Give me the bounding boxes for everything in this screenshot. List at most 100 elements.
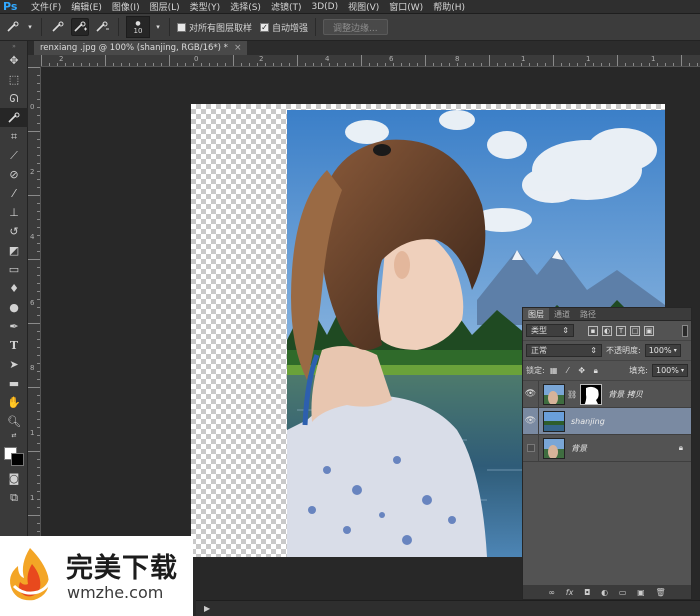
brush-tool[interactable]: ⁄	[0, 184, 28, 203]
fill-field[interactable]: 100% ▾	[652, 364, 688, 377]
dodge-tool[interactable]: ●	[0, 298, 28, 317]
divider	[118, 18, 119, 36]
crop-tool[interactable]: ⌗	[0, 127, 28, 146]
tab-layers[interactable]: 图层	[523, 308, 549, 320]
layer-row-background-copy[interactable]: 👁︎ ⛓︎ 背景 拷贝	[523, 380, 691, 408]
quick-mask-button[interactable]: ◙	[0, 469, 28, 488]
folder-icon[interactable]: ▭	[619, 588, 627, 597]
layer-row-background[interactable]: 背景 🔒︎	[523, 434, 691, 462]
ruler-origin[interactable]	[28, 55, 41, 67]
menu-select[interactable]: 选择(S)	[225, 0, 266, 13]
filter-shape-icon[interactable]: □	[630, 325, 640, 336]
play-arrow-icon[interactable]: ▶	[204, 604, 210, 613]
lock-position-icon[interactable]: ✥	[577, 366, 587, 376]
menu-window[interactable]: 窗口(W)	[384, 0, 428, 13]
layer-row-shanjing[interactable]: 👁︎ shanjing	[523, 407, 691, 435]
ruler-label: 0	[194, 55, 199, 63]
clone-stamp-tool[interactable]: ⊥	[0, 203, 28, 222]
link-icon[interactable]: ⛓︎	[567, 390, 577, 399]
blend-mode-dropdown[interactable]: 正常 ⇕	[526, 344, 602, 357]
hand-tool[interactable]: ✋	[0, 393, 28, 412]
auto-enhance-option[interactable]: ✓ 自动增强	[260, 21, 308, 34]
menu-view[interactable]: 视图(V)	[343, 0, 384, 13]
filter-type-icon[interactable]: T	[616, 325, 626, 336]
mask-icon[interactable]: ◘	[584, 588, 590, 597]
fx-icon[interactable]: fx	[566, 588, 574, 597]
eyedropper-tool[interactable]: ⟋	[0, 146, 28, 165]
new-selection-button[interactable]	[49, 18, 67, 36]
menu-help[interactable]: 帮助(H)	[428, 0, 470, 13]
lock-fill-row: 锁定: ▦ ⁄ ✥ 🔒︎ 填充: 100% ▾	[523, 361, 691, 381]
add-to-selection-button[interactable]	[71, 18, 89, 36]
eraser-icon: ◩	[8, 244, 20, 257]
chevron-down-icon[interactable]: ▾	[154, 18, 162, 36]
swap-colors-icon[interactable]: ⇄	[0, 431, 28, 439]
refine-edge-button[interactable]: 调整边缘...	[323, 19, 388, 35]
sample-all-layers-option[interactable]: 对所有图层取样	[177, 21, 252, 34]
flame-logo-icon	[10, 548, 52, 601]
chevron-down-icon[interactable]: ▾	[26, 18, 34, 36]
blur-tool[interactable]: ♦	[0, 279, 28, 298]
close-icon[interactable]: ×	[234, 43, 242, 53]
panel-collapse-icon[interactable]: »	[0, 41, 28, 51]
menu-type[interactable]: 类型(Y)	[185, 0, 226, 13]
path-selection-tool[interactable]: ➤	[0, 355, 28, 374]
history-brush-tool[interactable]: ↺	[0, 222, 28, 241]
marquee-tool[interactable]: ⬚	[0, 70, 28, 89]
layer-filter-row: 类型 ⇕ ▪ ◐ T □ ▣	[523, 321, 691, 341]
tab-channels[interactable]: 通道	[549, 308, 575, 320]
link-icon[interactable]: ∞	[548, 588, 555, 597]
eraser-tool[interactable]: ◩	[0, 241, 28, 260]
healing-brush-tool[interactable]: ⊘	[0, 165, 28, 184]
ruler-label: 6	[389, 55, 394, 63]
crop-icon: ⌗	[10, 129, 18, 143]
quick-selection-tool[interactable]	[0, 108, 28, 127]
eye-icon[interactable]: 👁︎	[523, 380, 539, 408]
gradient-tool[interactable]: ▭	[0, 260, 28, 279]
menu-image[interactable]: 图像(I)	[107, 0, 145, 13]
lasso-tool[interactable]: ᘏ	[0, 89, 28, 108]
auto-enhance-checkbox[interactable]: ✓	[260, 22, 270, 32]
filter-toggle[interactable]	[682, 324, 688, 337]
filter-adjustment-icon[interactable]: ◐	[602, 325, 612, 336]
filter-smart-object-icon[interactable]: ▣	[644, 325, 654, 336]
eye-icon[interactable]: 👁︎	[523, 407, 539, 435]
zoom-tool[interactable]: 🔍︎	[0, 412, 28, 431]
move-tool[interactable]: ✥	[0, 51, 28, 70]
sample-all-layers-checkbox[interactable]	[177, 22, 186, 32]
trash-icon[interactable]: 🗑	[655, 588, 665, 597]
layer-thumbnail[interactable]	[543, 383, 565, 405]
menu-file[interactable]: 文件(F)	[26, 0, 66, 13]
layer-thumbnail[interactable]	[543, 437, 565, 459]
adjustment-icon[interactable]: ◐	[601, 588, 608, 597]
eye-hidden-slot[interactable]	[523, 434, 539, 462]
new-layer-icon[interactable]: ▣	[637, 588, 645, 597]
subtract-from-selection-button[interactable]	[93, 18, 111, 36]
menu-filter[interactable]: 滤镜(T)	[266, 0, 307, 13]
menu-3d[interactable]: 3D(D)	[306, 2, 343, 12]
lock-pixels-icon[interactable]: ⁄	[563, 366, 573, 376]
menu-layer[interactable]: 图层(L)	[145, 0, 185, 13]
tool-preset-picker[interactable]	[4, 18, 22, 36]
background-color[interactable]	[11, 453, 24, 466]
pen-tool[interactable]: ✒	[0, 317, 28, 336]
horizontal-ruler[interactable]: 2 0 2 4 6 8 1 1 1	[41, 55, 700, 67]
type-tool[interactable]: T	[0, 336, 28, 355]
brush-subtract-icon	[96, 21, 109, 32]
chevron-down-icon: ⇕	[590, 346, 597, 355]
layer-filter-dropdown[interactable]: 类型 ⇕	[526, 324, 574, 337]
tab-paths[interactable]: 路径	[575, 308, 601, 320]
document-tab[interactable]: renxiang .jpg @ 100% (shanjing, RGB/16*)…	[34, 41, 248, 55]
brush-size-picker[interactable]: ● 10	[126, 16, 150, 38]
screen-mode-button[interactable]: ⧉	[0, 488, 28, 507]
lock-all-icon[interactable]: 🔒︎	[591, 366, 601, 376]
opacity-field[interactable]: 100% ▾	[644, 344, 681, 357]
lock-transparent-icon[interactable]: ▦	[549, 366, 559, 376]
layer-mask-thumbnail[interactable]	[580, 383, 603, 405]
watermark-url: wmzhe.com	[67, 583, 164, 602]
filter-pixel-icon[interactable]: ▪	[588, 325, 598, 336]
vertical-ruler[interactable]: 0 2 4 6 8 1 1 1	[28, 67, 41, 600]
shape-tool[interactable]: ▬	[0, 374, 28, 393]
menu-edit[interactable]: 编辑(E)	[66, 0, 107, 13]
layer-thumbnail[interactable]	[543, 410, 565, 432]
